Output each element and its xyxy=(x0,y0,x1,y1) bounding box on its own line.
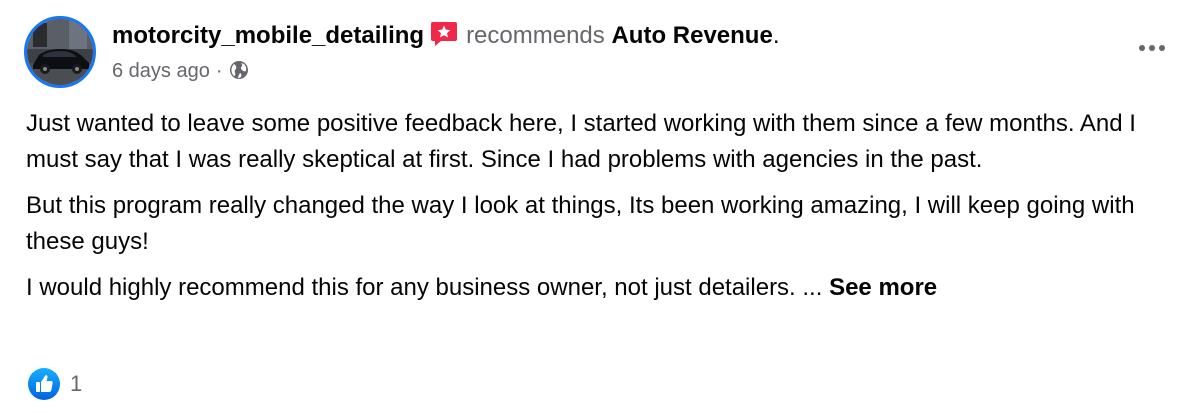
post-timestamp[interactable]: 6 days ago xyxy=(112,60,210,82)
recommendation-post: motorcity_mobile_detailing recommends Au… xyxy=(0,0,1200,413)
author-avatar[interactable] xyxy=(24,16,96,88)
post-paragraph: Just wanted to leave some positive feedb… xyxy=(26,110,1136,173)
reactions-summary[interactable]: 1 xyxy=(28,366,82,402)
header-period: . xyxy=(772,22,780,49)
post-body: Just wanted to leave some positive feedb… xyxy=(26,106,1176,316)
globe-icon[interactable] xyxy=(229,59,249,89)
reaction-count: 1 xyxy=(70,371,83,396)
avatar-car-photo xyxy=(27,19,93,85)
post-paragraph-last: I would highly recommend this for any bu… xyxy=(26,270,1176,306)
more-options-icon xyxy=(1139,45,1165,51)
recommendation-star-icon xyxy=(430,21,458,56)
post-paragraph: But this program really changed the way … xyxy=(26,192,1135,255)
recommends-label: recommends xyxy=(466,22,605,49)
meta-separator: · xyxy=(215,60,223,82)
author-name-link[interactable]: motorcity_mobile_detailing xyxy=(112,22,424,49)
more-options-button[interactable] xyxy=(1138,38,1166,58)
post-meta: 6 days ago · xyxy=(112,56,249,89)
post-paragraph-text: I would highly recommend this for any bu… xyxy=(26,274,823,301)
page-name-link[interactable]: Auto Revenue xyxy=(611,22,772,49)
post-header: motorcity_mobile_detailing recommends Au… xyxy=(112,20,779,56)
like-icon xyxy=(28,368,60,400)
see-more-link[interactable]: See more xyxy=(829,274,937,301)
